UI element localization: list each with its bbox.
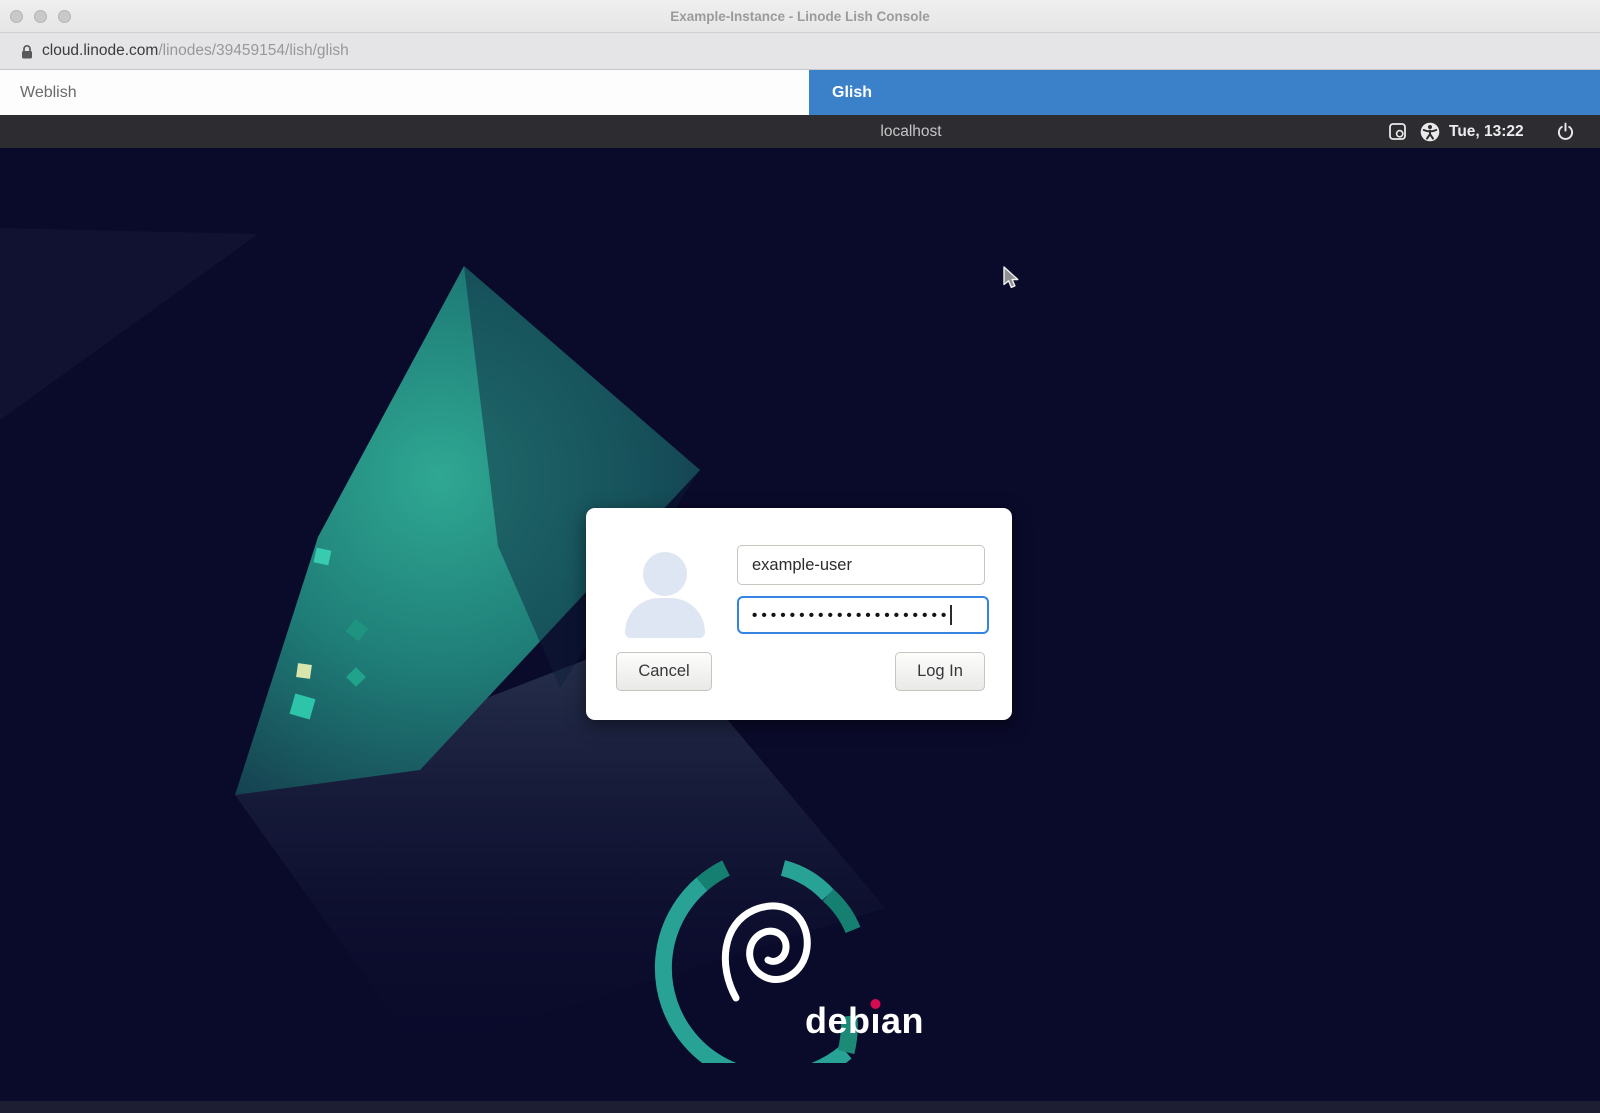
cancel-button[interactable]: Cancel [616, 652, 712, 691]
wallpaper-corner-band [0, 228, 258, 420]
macos-titlebar: Example-Instance - Linode Lish Console [0, 0, 1600, 33]
url-host: cloud.linode.com [42, 42, 158, 59]
debian-red-dot [871, 999, 881, 1009]
debian-logo: debian [650, 848, 950, 1063]
user-avatar [643, 552, 687, 596]
screen-share-icon[interactable] [1388, 122, 1407, 146]
username-input[interactable]: example-user [737, 545, 985, 585]
power-icon[interactable] [1556, 122, 1575, 146]
tab-weblish[interactable]: Weblish [0, 70, 809, 115]
browser-window: Example-Instance - Linode Lish Console c… [0, 0, 1600, 1113]
clock-label[interactable]: Tue, 13:22 [1449, 115, 1524, 148]
accessibility-icon[interactable] [1420, 122, 1440, 147]
mouse-cursor-icon [1003, 266, 1025, 297]
debian-swirl-icon [725, 906, 807, 998]
text-caret [950, 605, 952, 625]
login-button[interactable]: Log In [895, 652, 985, 691]
gnome-topbar: localhost Tue, 13:22 [0, 115, 1600, 148]
wallpaper-square [314, 548, 332, 566]
window-title: Example-Instance - Linode Lish Console [0, 0, 1600, 33]
wallpaper-square [296, 663, 312, 679]
hostname-label: localhost [880, 115, 941, 148]
lock-icon[interactable] [20, 44, 34, 65]
lish-tabbar: Weblish Glish [0, 70, 1600, 115]
url-bar[interactable]: cloud.linode.com/linodes/39459154/lish/g… [0, 33, 1600, 70]
url-path: /linodes/39459154/lish/glish [158, 42, 348, 59]
address-text[interactable]: cloud.linode.com/linodes/39459154/lish/g… [42, 33, 349, 69]
password-input[interactable]: ••••••••••••••••••••• [737, 596, 989, 634]
debian-wordmark: debian [805, 1000, 924, 1041]
tab-glish[interactable]: Glish [809, 70, 1600, 115]
console-bottom-strip [0, 1101, 1600, 1113]
password-masked-value: ••••••••••••••••••••• [752, 608, 950, 623]
